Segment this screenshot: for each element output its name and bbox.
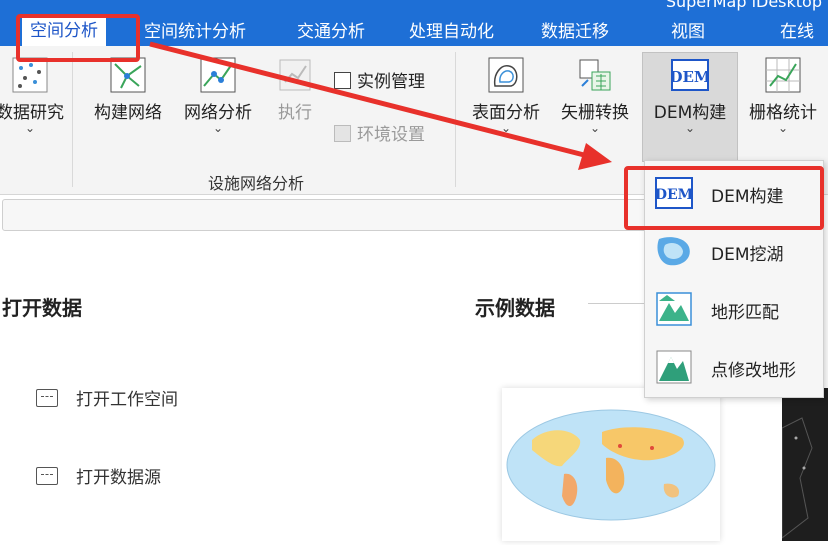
instance-manage-label: 实例管理 (357, 72, 425, 92)
world-map-image (506, 409, 716, 521)
env-settings-checkbox[interactable]: 环境设置 (334, 120, 425, 145)
chevron-down-icon: ⌄ (684, 121, 696, 135)
checkbox-box (334, 72, 351, 89)
heading-divider (588, 303, 648, 304)
execute-button[interactable]: 执行 (268, 56, 322, 123)
menu-item-label: 点修改地形 (711, 361, 796, 381)
data-research-label: 数据研究 (0, 103, 64, 123)
address-field[interactable] (2, 199, 664, 231)
execute-label: 执行 (278, 103, 312, 123)
dem-icon: DEM (671, 59, 709, 91)
checkbox-box (334, 125, 351, 142)
build-network-label: 构建网络 (94, 103, 162, 123)
execute-icon (279, 59, 311, 91)
chevron-down-icon: ⌄ (212, 121, 224, 135)
tab-traffic-analysis[interactable]: 交通分析 (297, 19, 365, 46)
tab-spatial-statistics[interactable]: 空间统计分析 (144, 19, 246, 46)
open-datasource-link[interactable]: 打开数据源 (36, 463, 161, 488)
chevron-down-icon: ⌄ (589, 121, 601, 135)
grid-stats-label: 栅格统计 (749, 103, 817, 123)
menu-item-terrain-match[interactable]: 地形匹配 (645, 281, 823, 337)
terrain-match-icon (656, 292, 692, 326)
vector-raster-label: 矢栅转换 (561, 103, 629, 123)
surface-icon (488, 57, 524, 93)
app-title: SuperMap iDesktop (665, 0, 822, 11)
surface-analysis-label: 表面分析 (472, 103, 540, 123)
menu-item-label: 地形匹配 (711, 303, 779, 323)
tab-online[interactable]: 在线 (780, 19, 814, 46)
point-terrain-icon (656, 350, 692, 384)
data-research-button[interactable]: 数据研究 ⌄ (0, 56, 66, 135)
dark-map-sample-thumbnail[interactable] (781, 388, 828, 541)
ribbon-separator (72, 52, 73, 187)
highlight-box-dem-item (624, 166, 824, 230)
network-analysis-button[interactable]: 网络分析 ⌄ (176, 56, 260, 135)
open-workspace-label: 打开工作空间 (76, 390, 178, 410)
folder-icon (36, 467, 58, 485)
chevron-down-icon: ⌄ (500, 121, 512, 135)
vector-raster-button[interactable]: 矢栅转换 ⌄ (553, 56, 637, 135)
instance-manage-checkbox[interactable]: 实例管理 (334, 67, 425, 92)
build-network-button[interactable]: 构建网络 (86, 56, 170, 123)
menu-item-label: DEM挖湖 (711, 245, 784, 265)
lake-icon (657, 237, 690, 266)
open-data-heading: 打开数据 (2, 296, 82, 320)
open-workspace-link[interactable]: 打开工作空间 (36, 385, 178, 410)
env-settings-label: 环境设置 (357, 125, 425, 145)
menu-item-dem-lake[interactable]: DEM挖湖 (645, 223, 823, 279)
highlight-box-tab (16, 14, 140, 62)
network-analysis-label: 网络分析 (184, 103, 252, 123)
dem-build-button[interactable]: DEM DEM构建 ⌄ (643, 56, 737, 135)
menu-item-point-terrain[interactable]: 点修改地形 (645, 339, 823, 395)
dem-build-label: DEM构建 (653, 103, 727, 123)
dem-icon-text: DEM (671, 68, 709, 86)
open-datasource-label: 打开数据源 (76, 468, 161, 488)
tab-view[interactable]: 视图 (671, 19, 705, 46)
grid-stats-icon (765, 57, 801, 93)
surface-analysis-button[interactable]: 表面分析 ⌄ (465, 56, 547, 135)
chevron-down-icon: ⌄ (24, 121, 36, 135)
grid-stats-button[interactable]: 栅格统计 ⌄ (741, 56, 825, 135)
dark-map-image (781, 417, 813, 540)
sample-data-heading: 示例数据 (475, 296, 555, 320)
world-map-sample-thumbnail[interactable] (502, 388, 720, 541)
tab-data-migration[interactable]: 数据迁移 (541, 19, 609, 46)
tab-automation[interactable]: 处理自动化 (409, 19, 494, 46)
folder-icon (36, 389, 58, 407)
chevron-down-icon: ⌄ (777, 121, 789, 135)
ribbon-separator (455, 52, 456, 187)
group-label-facility: 设施网络分析 (208, 174, 305, 193)
vector-raster-icon (579, 59, 611, 91)
network-analysis-icon (200, 57, 236, 93)
